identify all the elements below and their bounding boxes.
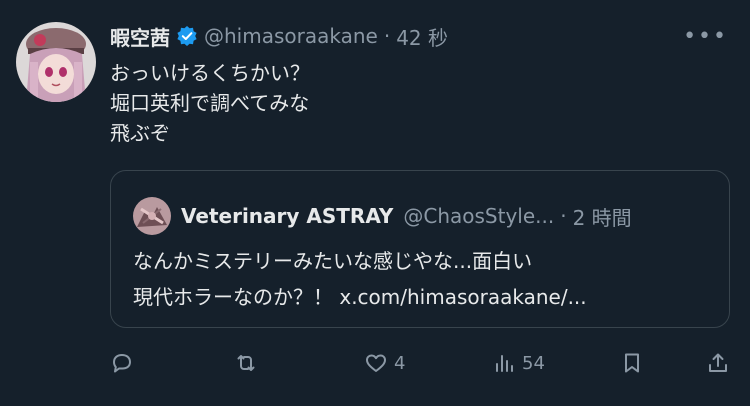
views-count: 54 [522,352,545,374]
verified-badge-icon [176,25,198,47]
tweet-header: 暇空茜 @himasoraakane · 42 秒 ••• [110,20,728,52]
share-button[interactable] [706,346,730,380]
quoted-tweet-text: なんかミステリーみたいな感じやな...面白い 現代ホラーなのか？！ x.com/… [133,243,587,315]
author-avatar[interactable] [16,22,96,102]
tweet-timestamp[interactable]: 42 秒 [396,22,448,51]
like-icon [366,354,386,372]
share-icon [709,353,727,372]
separator-dot: · [383,24,391,48]
quoted-tweet-card[interactable]: Veterinary ASTRAY @ChaosStyle... · 2 時間 … [110,170,730,328]
views-icon [496,355,513,372]
author-handle[interactable]: @himasoraakane [204,24,378,48]
views-button[interactable]: 54 [492,346,545,380]
quoted-tweet-timestamp: 2 時間 [572,205,632,230]
quoted-tweet-line: なんかミステリーみたいな感じやな...面白い [133,249,533,273]
tweet-actions: 4 54 [110,346,730,380]
bookmark-button[interactable] [620,346,644,380]
quoted-author-avatar [133,197,171,235]
reply-button[interactable] [110,346,140,380]
like-count: 4 [394,352,406,374]
more-icon[interactable]: ••• [683,24,728,49]
retweet-button[interactable] [234,346,264,380]
reply-icon [113,354,131,373]
quoted-author-handle: @ChaosStyle... [403,204,555,228]
tweet-line: 飛ぶぞ [110,121,170,145]
separator-dot: · [560,204,567,228]
quoted-tweet-header: Veterinary ASTRAY @ChaosStyle... · 2 時間 [133,197,632,235]
retweet-icon [237,355,255,371]
tweet-line: おっいけるくちかい？ [110,61,310,85]
quoted-tweet-line: 現代ホラーなのか？！ x.com/himasoraakane/... [133,285,587,309]
avatar-image [16,22,96,102]
author-name[interactable]: 暇空茜 [110,22,170,51]
tweet-line: 堀口英利で調べてみな [110,91,310,115]
tweet-text: おっいけるくちかい？ 堀口英利で調べてみな 飛ぶぞ [110,58,310,148]
bookmark-icon [625,353,639,373]
like-button[interactable]: 4 [364,346,405,380]
quoted-author-name: Veterinary ASTRAY [181,204,394,228]
